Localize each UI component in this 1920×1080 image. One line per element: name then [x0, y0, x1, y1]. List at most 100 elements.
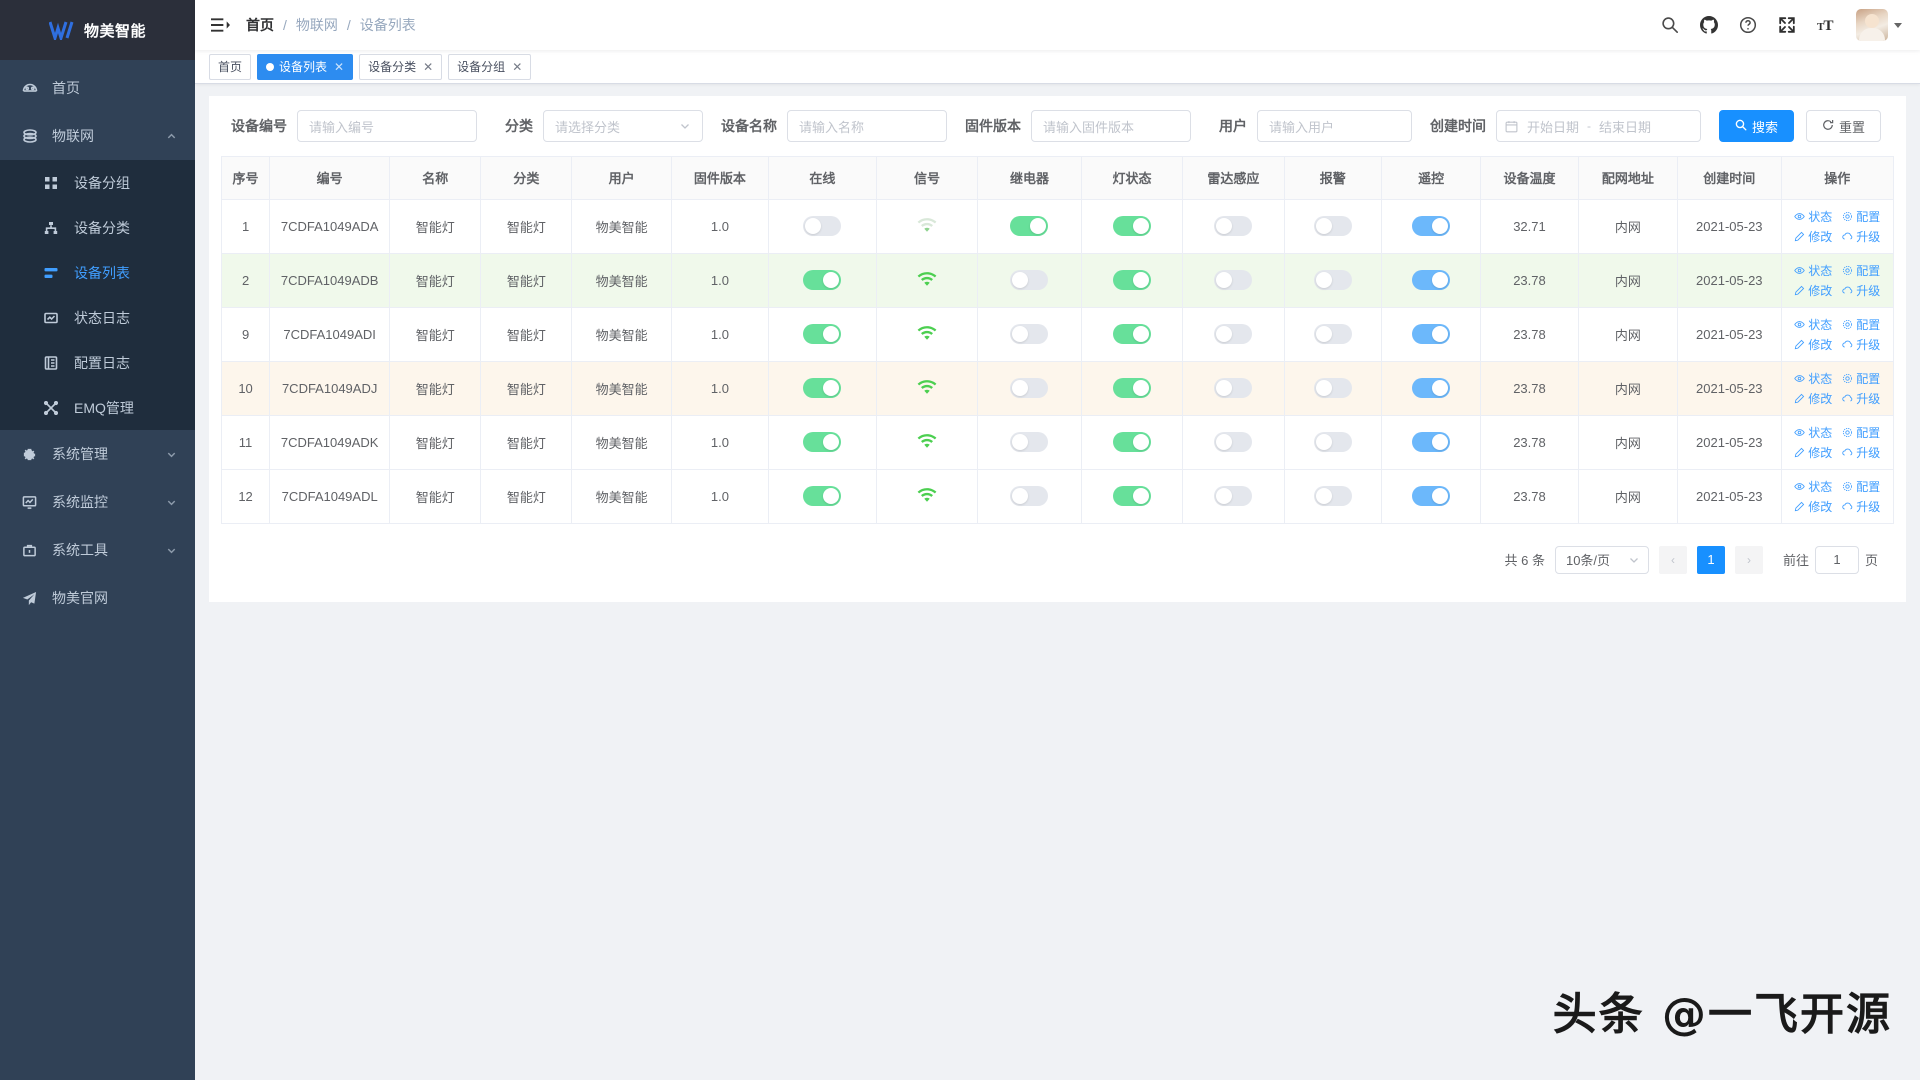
prev-page-button[interactable]: ‹ — [1658, 545, 1687, 574]
relay-switch[interactable] — [1010, 216, 1049, 236]
config-link[interactable]: 配置 — [1842, 262, 1880, 279]
alarm-switch[interactable] — [1313, 486, 1352, 506]
status-link[interactable]: 状态 — [1794, 478, 1832, 495]
online-switch[interactable] — [803, 378, 842, 398]
created-daterange[interactable]: 开始日期 - 结束日期 — [1496, 110, 1701, 142]
tab-device-list[interactable]: 设备列表 ✕ — [257, 53, 354, 80]
edit-link[interactable]: 修改 — [1794, 498, 1832, 515]
light-switch[interactable] — [1112, 378, 1151, 398]
relay-switch[interactable] — [1010, 324, 1049, 344]
sidebar-group-system-manage[interactable]: 系统管理 — [0, 430, 195, 478]
alarm-switch[interactable] — [1313, 432, 1352, 452]
sidebar-item-config-log[interactable]: 配置日志 — [0, 340, 195, 385]
search-icon[interactable] — [1661, 16, 1679, 34]
user-input[interactable]: 请输入用户 — [1257, 110, 1412, 142]
hamburger-icon[interactable] — [211, 17, 230, 33]
remote-switch[interactable] — [1412, 270, 1451, 290]
config-link[interactable]: 配置 — [1842, 424, 1880, 441]
upgrade-link[interactable]: 升级 — [1842, 390, 1880, 407]
config-link[interactable]: 配置 — [1842, 478, 1880, 495]
relay-switch[interactable] — [1010, 432, 1049, 452]
status-link[interactable]: 状态 — [1794, 424, 1832, 441]
page-number-1[interactable]: 1 — [1696, 545, 1725, 574]
jump-input[interactable]: 1 — [1814, 545, 1859, 574]
upgrade-link[interactable]: 升级 — [1842, 228, 1880, 245]
light-switch[interactable] — [1112, 216, 1151, 236]
breadcrumb-item[interactable]: 物联网 — [296, 15, 338, 35]
sidebar-logo[interactable]: 物美智能 — [0, 0, 195, 60]
radar-switch[interactable] — [1214, 432, 1253, 452]
alarm-switch[interactable] — [1313, 378, 1352, 398]
close-icon[interactable]: ✕ — [512, 60, 522, 74]
remote-switch[interactable] — [1412, 486, 1451, 506]
edit-link[interactable]: 修改 — [1794, 336, 1832, 353]
sidebar-item-home[interactable]: 首页 — [0, 64, 195, 112]
status-link[interactable]: 状态 — [1794, 370, 1832, 387]
next-page-button[interactable]: › — [1734, 545, 1763, 574]
remote-switch[interactable] — [1412, 324, 1451, 344]
close-icon[interactable]: ✕ — [334, 60, 344, 74]
alarm-switch[interactable] — [1313, 216, 1352, 236]
fullscreen-icon[interactable] — [1778, 16, 1796, 34]
alarm-switch[interactable] — [1313, 270, 1352, 290]
upgrade-link[interactable]: 升级 — [1842, 282, 1880, 299]
edit-link[interactable]: 修改 — [1794, 390, 1832, 407]
device-no-input[interactable]: 请输入编号 — [297, 110, 477, 142]
upgrade-link[interactable]: 升级 — [1842, 444, 1880, 461]
edit-link[interactable]: 修改 — [1794, 444, 1832, 461]
page-size-select[interactable]: 10条/页 — [1554, 545, 1649, 574]
light-switch[interactable] — [1112, 324, 1151, 344]
radar-switch[interactable] — [1214, 216, 1253, 236]
table-row[interactable]: 9 7CDFA1049ADI 智能灯 智能灯 物美智能 1.0 23.78 内网 2021-05… — [222, 307, 1893, 362]
help-icon[interactable] — [1739, 16, 1757, 34]
radar-switch[interactable] — [1214, 378, 1253, 398]
table-row[interactable]: 10 7CDFA1049ADJ 智能灯 智能灯 物美智能 1.0 23.78 内网 2021-0… — [222, 361, 1893, 416]
online-switch[interactable] — [803, 432, 842, 452]
sidebar-item-device-category[interactable]: 设备分类 — [0, 205, 195, 250]
upgrade-link[interactable]: 升级 — [1842, 336, 1880, 353]
status-link[interactable]: 状态 — [1794, 208, 1832, 225]
sidebar-item-official-site[interactable]: 物美官网 — [0, 574, 195, 622]
edit-link[interactable]: 修改 — [1794, 228, 1832, 245]
sidebar-item-emq[interactable]: EMQ管理 — [0, 385, 195, 430]
firmware-input[interactable]: 请输入固件版本 — [1031, 110, 1191, 142]
close-icon[interactable]: ✕ — [423, 60, 433, 74]
category-select[interactable]: 请选择分类 — [543, 110, 703, 142]
tab-device-category[interactable]: 设备分类 ✕ — [359, 53, 443, 80]
light-switch[interactable] — [1112, 432, 1151, 452]
config-link[interactable]: 配置 — [1842, 316, 1880, 333]
radar-switch[interactable] — [1214, 324, 1253, 344]
online-switch[interactable] — [803, 216, 842, 236]
sidebar-item-device-group[interactable]: 设备分组 — [0, 160, 195, 205]
config-link[interactable]: 配置 — [1842, 208, 1880, 225]
remote-switch[interactable] — [1412, 216, 1451, 236]
sidebar-group-system-tools[interactable]: 系统工具 — [0, 526, 195, 574]
online-switch[interactable] — [803, 486, 842, 506]
radar-switch[interactable] — [1214, 486, 1253, 506]
breadcrumb-item[interactable]: 首页 — [246, 15, 274, 35]
device-name-input[interactable]: 请输入名称 — [787, 110, 947, 142]
table-row[interactable]: 1 7CDFA1049ADA 智能灯 智能灯 物美智能 1.0 32.71 内网 2021-05… — [222, 199, 1893, 254]
remote-switch[interactable] — [1412, 432, 1451, 452]
sidebar-group-iot[interactable]: 物联网 — [0, 112, 195, 160]
upgrade-link[interactable]: 升级 — [1842, 498, 1880, 515]
table-row[interactable]: 2 7CDFA1049ADB 智能灯 智能灯 物美智能 1.0 23.78 内网 2021-05… — [222, 253, 1893, 308]
light-switch[interactable] — [1112, 486, 1151, 506]
sidebar-group-system-monitor[interactable]: 系统监控 — [0, 478, 195, 526]
status-link[interactable]: 状态 — [1794, 262, 1832, 279]
status-link[interactable]: 状态 — [1794, 316, 1832, 333]
sidebar-item-status-log[interactable]: 状态日志 — [0, 295, 195, 340]
tab-device-group[interactable]: 设备分组 ✕ — [448, 53, 532, 80]
github-icon[interactable] — [1700, 16, 1718, 34]
avatar-menu[interactable] — [1856, 9, 1902, 41]
edit-link[interactable]: 修改 — [1794, 282, 1832, 299]
light-switch[interactable] — [1112, 270, 1151, 290]
relay-switch[interactable] — [1010, 270, 1049, 290]
online-switch[interactable] — [803, 324, 842, 344]
remote-switch[interactable] — [1412, 378, 1451, 398]
search-button[interactable]: 搜索 — [1719, 110, 1795, 142]
table-row[interactable]: 11 7CDFA1049ADK 智能灯 智能灯 物美智能 1.0 23.78 内网 2021-0… — [222, 415, 1893, 470]
table-row[interactable]: 12 7CDFA1049ADL 智能灯 智能灯 物美智能 1.0 23.78 内网 2021-0… — [222, 469, 1893, 524]
relay-switch[interactable] — [1010, 486, 1049, 506]
config-link[interactable]: 配置 — [1842, 370, 1880, 387]
